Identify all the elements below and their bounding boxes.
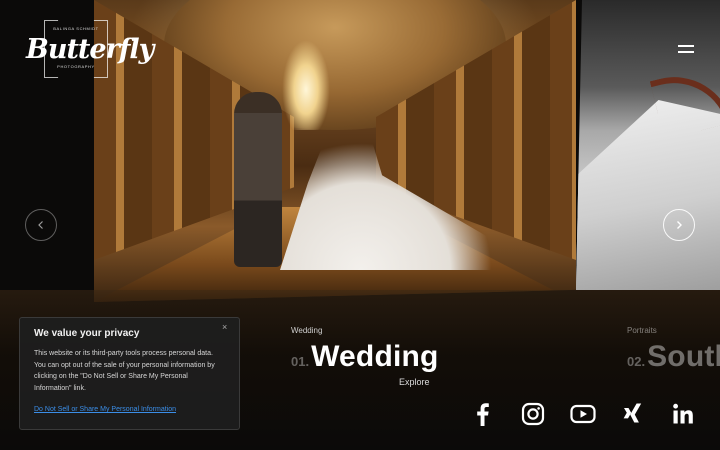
- slide-portraits-image[interactable]: [576, 0, 720, 290]
- menu-line: [678, 51, 694, 53]
- slide-wedding-image[interactable]: [94, 0, 576, 302]
- slide-caption-next: Portraits 02. South: [627, 326, 720, 374]
- slide-category: Portraits: [627, 326, 657, 335]
- slide-number: 01.: [291, 354, 310, 369]
- logo-top-line: BALINGA SCHMIDT: [53, 26, 99, 31]
- groom-figure: [234, 92, 282, 267]
- chevron-left-icon: [38, 221, 43, 229]
- next-slide-button[interactable]: [663, 209, 695, 241]
- privacy-body: This website or its third-party tools pr…: [34, 350, 215, 392]
- slide-number: 02.: [627, 354, 646, 369]
- social-links: [470, 401, 720, 427]
- xing-icon[interactable]: [620, 401, 670, 427]
- chandelier: [282, 40, 330, 130]
- privacy-title: We value your privacy: [34, 328, 140, 339]
- instagram-icon[interactable]: [520, 401, 570, 427]
- linkedin-icon[interactable]: [670, 401, 720, 427]
- privacy-banner: × We value your privacy This website or …: [19, 317, 240, 430]
- explore-link[interactable]: Explore: [399, 377, 430, 387]
- slide-category: Wedding: [291, 326, 323, 335]
- slide-title[interactable]: South: [647, 340, 720, 374]
- do-not-sell-link[interactable]: Do Not Sell or Share My Personal Informa…: [34, 406, 176, 413]
- slide-title[interactable]: Wedding: [311, 340, 439, 374]
- logo-text: Butterfly: [26, 34, 154, 65]
- prev-slide-button[interactable]: [25, 209, 57, 241]
- hamburger-menu-icon[interactable]: [678, 44, 696, 54]
- site-logo[interactable]: BALINGA SCHMIDT Butterfly PHOTOGRAPHY: [26, 20, 154, 78]
- youtube-icon[interactable]: [570, 401, 620, 427]
- slide-caption-current: Wedding 01. Wedding Explore: [291, 326, 439, 387]
- chevron-right-icon: [677, 221, 682, 229]
- close-icon[interactable]: ×: [222, 322, 227, 332]
- menu-line: [678, 45, 694, 47]
- facebook-icon[interactable]: [470, 401, 520, 427]
- logo-bottom-line: PHOTOGRAPHY: [57, 64, 95, 69]
